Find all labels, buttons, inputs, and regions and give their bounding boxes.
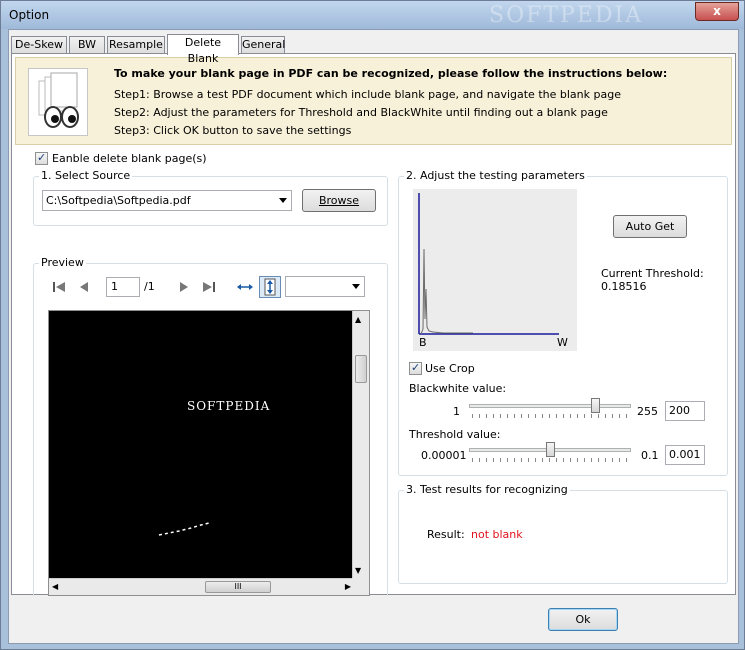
preview-title: Preview [39, 256, 86, 269]
blackwhite-min: 1 [453, 405, 460, 418]
instructions-step2: Step2: Adjust the parameters for Thresho… [114, 106, 608, 119]
threshold-slider-thumb[interactable] [546, 442, 555, 457]
chevron-down-icon [352, 284, 360, 289]
first-page-button[interactable] [48, 276, 70, 298]
testing-params-group: 2. Adjust the testing parameters B W Aut… [398, 169, 728, 476]
use-crop-label: Use Crop [425, 362, 475, 375]
result-value: not blank [471, 528, 523, 541]
use-crop-checkbox[interactable] [409, 361, 422, 375]
blackwhite-slider-thumb[interactable] [591, 398, 601, 413]
instructions-step3: Step3: Click OK button to save the setti… [114, 124, 352, 137]
tab-delete-blank[interactable]: Delete Blank [167, 34, 239, 65]
threshold-ticks [472, 458, 632, 462]
scroll-grip-icon: III [234, 582, 242, 591]
next-page-button[interactable] [172, 276, 194, 298]
total-pages-label: /1 [144, 280, 155, 293]
previous-page-icon [80, 282, 88, 292]
blackwhite-ticks [472, 414, 632, 418]
fit-width-icon [237, 284, 253, 290]
dialog-client: De-Skew BW Resample Delete Blank General [8, 29, 739, 644]
dialog-footer: Ok [9, 596, 738, 643]
next-page-icon [180, 282, 188, 292]
previous-page-button[interactable] [74, 276, 96, 298]
threshold-value-input[interactable]: 0.001 [665, 445, 705, 465]
testing-params-title: 2. Adjust the testing parameters [404, 169, 587, 182]
blackwhite-value-input[interactable]: 200 [665, 401, 705, 421]
threshold-label: Threshold value: [409, 428, 501, 441]
histogram-axis-w: W [557, 336, 568, 349]
source-file-path: C:\Softpedia\Softpedia.pdf [46, 194, 191, 207]
close-icon: x [713, 4, 721, 18]
zoom-combo[interactable] [285, 276, 365, 297]
window-title: Option [9, 8, 50, 22]
auto-get-label: Auto Get [625, 220, 675, 233]
blackwhite-max: 255 [637, 405, 658, 418]
scroll-down-icon: ▼ [355, 566, 362, 575]
enable-delete-checkbox[interactable] [35, 151, 48, 165]
last-page-button[interactable] [198, 276, 220, 298]
result-label: Result: [427, 528, 465, 541]
watermark-text: SOFTPEDIA [489, 3, 644, 28]
option-window: Option SOFTPEDIA x De-Skew BW Resample D… [0, 0, 745, 650]
document-search-icon [28, 68, 88, 136]
threshold-min: 0.00001 [421, 449, 467, 462]
browse-button-label: Browse [318, 194, 360, 207]
tab-general[interactable]: General [241, 36, 285, 54]
fit-height-icon [264, 278, 276, 296]
histogram: B W [413, 189, 577, 351]
source-file-combo[interactable]: C:\Softpedia\Softpedia.pdf [42, 190, 292, 211]
scroll-right-icon: ▶ [344, 582, 351, 591]
chevron-down-icon [279, 198, 287, 203]
blackwhite-slider-track[interactable] [469, 404, 631, 408]
horizontal-scroll-thumb[interactable]: III [205, 581, 271, 593]
preview-scribble [158, 522, 210, 536]
preview-vertical-scrollbar[interactable]: ▲ ▼ [352, 311, 369, 579]
last-page-icon [203, 282, 215, 292]
tab-de-skew[interactable]: De-Skew [11, 36, 67, 54]
instructions-step1: Step1: Browse a test PDF document which … [114, 88, 621, 101]
select-source-title: 1. Select Source [39, 169, 133, 182]
fit-height-button[interactable] [259, 276, 281, 298]
threshold-max: 0.1 [641, 449, 659, 462]
scroll-left-icon: ◀ [52, 582, 59, 591]
enable-delete-label: Eanble delete blank page(s) [52, 152, 207, 165]
first-page-icon [53, 282, 65, 292]
test-results-group: 3. Test results for recognizing Result: … [398, 483, 728, 584]
ok-button[interactable]: Ok [548, 608, 618, 631]
current-threshold-value: 0.18516 [601, 280, 647, 293]
blackwhite-label: Blackwhite value: [409, 382, 507, 395]
tab-bw[interactable]: BW [69, 36, 105, 54]
page-number-input[interactable]: 1 [106, 277, 140, 297]
current-threshold-label: Current Threshold: [601, 267, 704, 280]
title-bar[interactable]: Option SOFTPEDIA x [1, 1, 744, 29]
fit-width-button[interactable] [234, 276, 256, 298]
preview-group: Preview 1 /1 SOFTPEDIA ▲ ▼ ◀ III ▶ [33, 256, 388, 607]
scrollbar-corner [352, 578, 369, 595]
test-results-title: 3. Test results for recognizing [404, 483, 570, 496]
auto-get-button[interactable]: Auto Get [613, 215, 687, 238]
instructions-title: To make your blank page in PDF can be re… [114, 67, 668, 80]
preview-page-text: SOFTPEDIA [187, 399, 271, 413]
delete-blank-panel: To make your blank page in PDF can be re… [11, 53, 736, 607]
preview-horizontal-scrollbar[interactable]: ◀ III ▶ [49, 578, 354, 595]
ok-button-label: Ok [575, 613, 591, 626]
close-button[interactable]: x [695, 2, 739, 21]
scroll-up-icon: ▲ [355, 315, 362, 324]
histogram-axis-b: B [419, 336, 427, 349]
tab-resample[interactable]: Resample [107, 36, 165, 54]
page-preview[interactable]: SOFTPEDIA ▲ ▼ ◀ III ▶ [48, 310, 370, 596]
vertical-scroll-thumb[interactable] [355, 355, 367, 383]
instructions-banner: To make your blank page in PDF can be re… [15, 57, 732, 145]
select-source-group: 1. Select Source C:\Softpedia\Softpedia.… [33, 169, 388, 226]
browse-button[interactable]: Browse [302, 189, 376, 212]
